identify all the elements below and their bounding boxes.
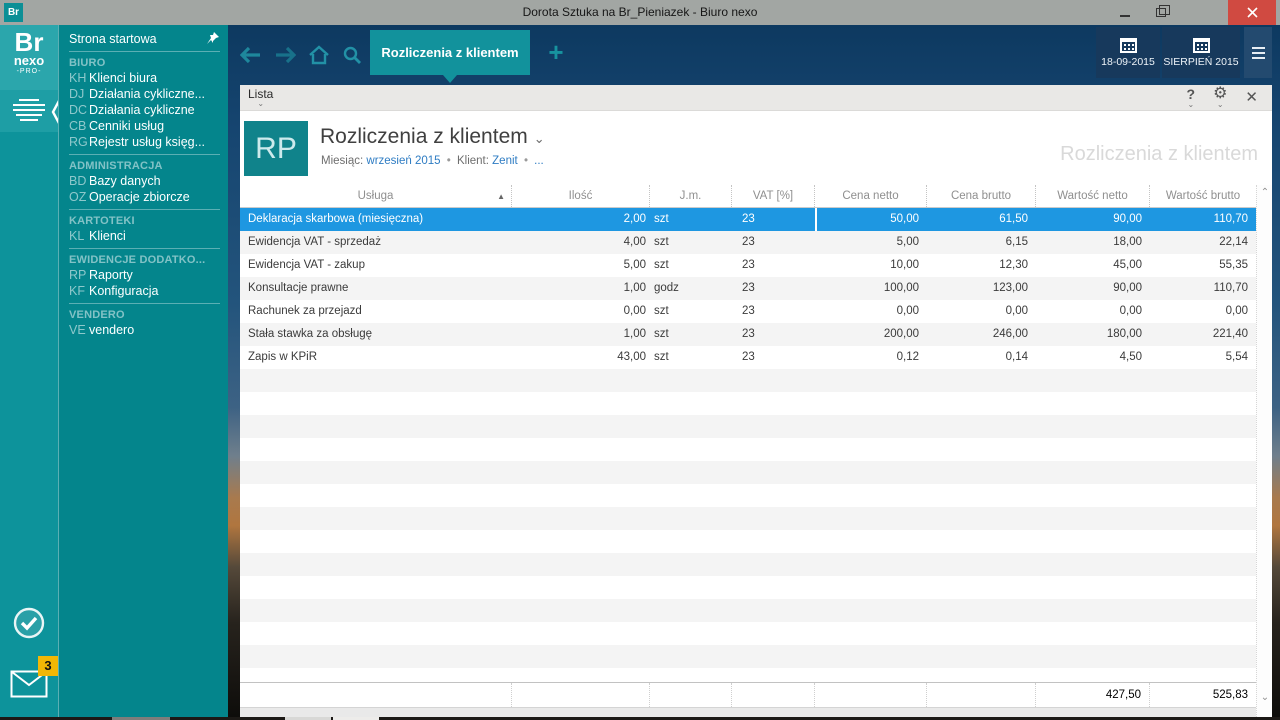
sidebar-section-vendero: VENDERO (69, 309, 125, 321)
close-panel-icon: ✕ (1245, 89, 1258, 106)
restore-button[interactable] (1144, 0, 1177, 25)
sidebar-divider (69, 154, 220, 155)
calendar-icon (1119, 37, 1137, 53)
pin-icon[interactable] (206, 31, 220, 45)
horizontal-scrollbar[interactable] (240, 707, 1256, 717)
panel-watermark: Rozliczenia z klientem (1060, 143, 1258, 165)
sidebar-item-rejestr-uslug[interactable]: RGRejestr usług księg... (69, 134, 228, 150)
tasks-status-button[interactable] (0, 606, 58, 640)
sidebar-divider (69, 303, 220, 304)
menu-icon (1251, 46, 1265, 49)
minimize-icon (1119, 14, 1130, 17)
column-header-wartosc-netto[interactable]: Wartość netto (1036, 185, 1150, 207)
app-menu-button[interactable] (1244, 27, 1272, 78)
sidebar-section-kartoteki: KARTOTEKI (69, 215, 135, 227)
filter-bar: Miesiąc: wrzesień 2015 • Klient: Zenit •… (321, 155, 544, 167)
restore-icon (1155, 5, 1170, 17)
sidebar-section-ewidencje: EWIDENCJE DODATKO... (69, 254, 206, 266)
more-filters-link[interactable]: ... (534, 155, 544, 167)
close-icon (1246, 7, 1258, 18)
date-button[interactable]: 18-09-2015 (1096, 27, 1160, 78)
sidebar-item-strona-startowa[interactable]: Strona startowa (69, 31, 157, 47)
client-filter-label: Klient: (456, 155, 489, 167)
home-icon[interactable] (308, 45, 330, 65)
back-icon[interactable] (240, 47, 262, 63)
table-row[interactable]: Zapis w KPiR 43,00 szt 23 0,12 0,14 4,50 5,54 (240, 346, 1256, 369)
table-header-row: Usługa ▲ Ilość J.m. VAT [%] Cena netto Ce… (240, 185, 1256, 208)
sidebar-item-klienci-biura[interactable]: KH Klienci biura (69, 70, 228, 86)
settings-button[interactable]: ⚙ ⌄ (1213, 86, 1227, 109)
sidebar-item-cenniki-uslug[interactable]: CB Cenniki usług (69, 118, 228, 134)
sidebar-item-raporty[interactable]: RP Raporty (69, 267, 228, 283)
sidebar-divider (69, 248, 220, 249)
module-badge: RP (244, 121, 308, 176)
minimize-button[interactable] (1108, 0, 1141, 25)
chevron-down-icon: ⌄ (533, 131, 545, 146)
tab-rozliczenia-z-klientem[interactable]: Rozliczenia z klientem (370, 30, 530, 75)
forward-icon[interactable] (274, 47, 296, 63)
sort-asc-icon: ▲ (497, 192, 505, 201)
scrollbar-down-icon[interactable]: ⌄ (1259, 692, 1271, 703)
table-row[interactable]: Konsultacje prawne 1,00 godz 23 100,00 123,00… (240, 277, 1256, 300)
sidebar-item-dzialania-cykliczne-dc[interactable]: DC Działania cykliczne (69, 102, 228, 118)
table-row[interactable]: Rachunek za przejazd 0,00 szt 23 0,00 0,00 0,0… (240, 300, 1256, 323)
app-icon: Br (4, 3, 23, 22)
tab-pointer (443, 75, 457, 83)
summary-row: 427,50 525,83 (240, 682, 1256, 707)
sidebar-item-klienci[interactable]: KL Klienci (69, 228, 228, 244)
column-header-usluga[interactable]: Usługa ▲ (240, 185, 512, 207)
chevron-down-icon: ⌄ (1187, 100, 1195, 109)
sidebar-rail: Br nexo -PRO- 3 (0, 25, 62, 717)
month-button[interactable]: SIERPIEŃ 2015 (1162, 27, 1240, 78)
panel-header: RP Rozliczenia z klientem ⌄ Miesiąc: wrze… (240, 111, 1272, 185)
summary-gross-value: 525,83 (1212, 689, 1248, 701)
chevron-down-icon: ⌄ (1216, 100, 1224, 109)
window-title: Dorota Sztuka na Br_Pieniazek - Biuro ne… (522, 5, 758, 19)
search-icon[interactable] (342, 45, 362, 65)
month-filter-label: Miesiąc: (321, 155, 364, 167)
hamburger-icon (13, 99, 45, 124)
messages-count-badge: 3 (38, 656, 58, 676)
close-button[interactable] (1228, 0, 1276, 25)
client-filter-value[interactable]: Zenit (492, 155, 518, 167)
sidebar-item-vendero[interactable]: VE vendero (69, 322, 228, 338)
column-header-cena-netto[interactable]: Cena netto (815, 185, 927, 207)
table-row[interactable]: Stała stawka za obsługę 1,00 szt 23 200,00 24… (240, 323, 1256, 346)
help-button[interactable]: ? ⌄ (1187, 86, 1196, 109)
panel-menubar: Lista ⌄ ? ⌄ ⚙ ⌄ ✕ (240, 85, 1272, 111)
menu-lista[interactable]: Lista ⌄ (248, 87, 273, 108)
vertical-scrollbar[interactable]: ⌃ ⌄ (1256, 185, 1272, 717)
check-circle-icon (13, 607, 45, 639)
column-header-cena-brutto[interactable]: Cena brutto (927, 185, 1036, 207)
empty-rows-area (240, 369, 1256, 682)
sidebar-section-biuro: BIURO (69, 57, 106, 69)
sidebar-section-administracja: ADMINISTRACJA (69, 160, 163, 172)
month-filter-value[interactable]: wrzesień 2015 (366, 155, 440, 167)
services-table: Usługa ▲ Ilość J.m. VAT [%] Cena netto Ce… (240, 185, 1256, 369)
sidebar-item-konfiguracja[interactable]: KF Konfiguracja (69, 283, 228, 299)
column-header-ilosc[interactable]: Ilość (512, 185, 650, 207)
sidebar-item-bazy-danych[interactable]: BD Bazy danych (69, 173, 228, 189)
chevron-down-icon: ⌄ (257, 99, 265, 108)
table-row[interactable]: Ewidencja VAT - zakup 5,00 szt 23 10,00 12,30… (240, 254, 1256, 277)
new-tab-button[interactable]: + (545, 32, 567, 72)
scrollbar-up-icon[interactable]: ⌃ (1259, 187, 1271, 198)
table-row[interactable]: Ewidencja VAT - sprzedaż 4,00 szt 23 5,00 6,1… (240, 231, 1256, 254)
close-panel-button[interactable]: ✕ (1245, 86, 1258, 108)
sidebar-item-operacje-zbiorcze[interactable]: OZ Operacje zbiorcze (69, 189, 228, 205)
window-titlebar: Br Dorota Sztuka na Br_Pieniazek - Biuro… (0, 0, 1280, 25)
column-header-wartosc-brutto[interactable]: Wartość brutto (1150, 185, 1256, 207)
sidebar-divider (69, 51, 220, 52)
summary-net-value: 427,50 (1036, 683, 1150, 707)
sidebar-item-dzialania-cykliczne-dj[interactable]: DJ Działania cykliczne... (69, 86, 228, 102)
table-row[interactable]: Deklaracja skarbowa (miesięczna) 2,00 szt 2… (240, 208, 1256, 231)
calendar-icon (1192, 37, 1210, 53)
page-title[interactable]: Rozliczenia z klientem ⌄ (320, 125, 545, 149)
sidebar-divider (69, 209, 220, 210)
sidebar-menu: Strona startowa BIURO KH Klienci biura DJ… (58, 25, 228, 717)
main-panel: Lista ⌄ ? ⌄ ⚙ ⌄ ✕ RP Rozliczenia z kliente… (240, 85, 1272, 717)
column-header-jm[interactable]: J.m. (650, 185, 732, 207)
app-logo: Br nexo -PRO- (0, 25, 58, 93)
column-header-vat[interactable]: VAT [%] (732, 185, 815, 207)
